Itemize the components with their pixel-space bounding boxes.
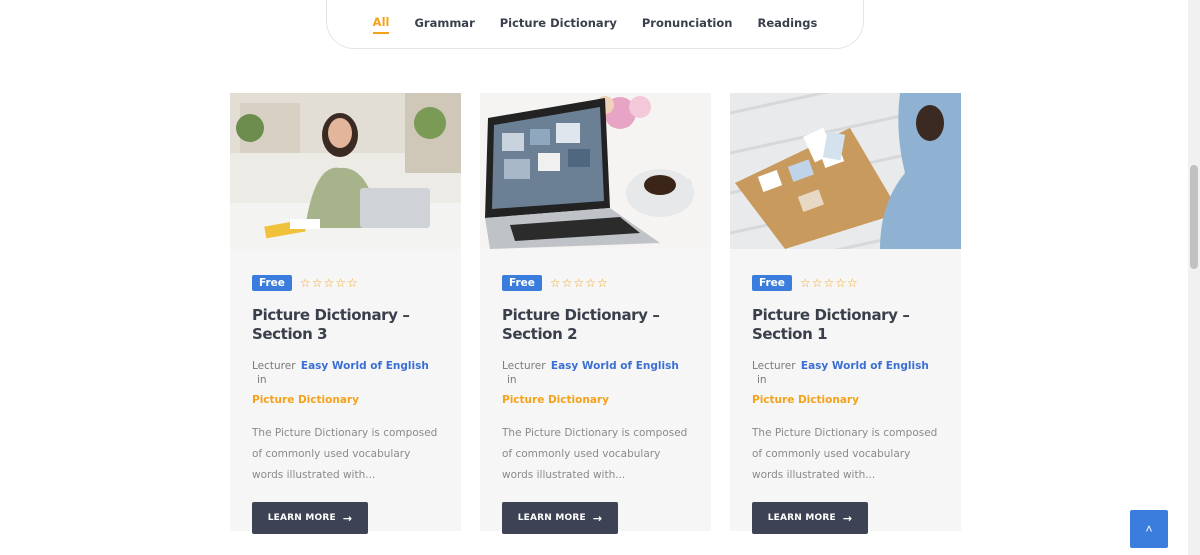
course-title[interactable]: Picture Dictionary – Section 3 [252, 306, 422, 344]
filter-tab-grammar[interactable]: Grammar [414, 16, 474, 33]
star-outline-icon: ☆ [299, 276, 311, 290]
category-link[interactable]: Picture Dictionary [752, 394, 939, 406]
lecturer-line: Lecturer Easy World of English in [502, 359, 689, 387]
filter-tab-picture-dictionary[interactable]: Picture Dictionary [500, 16, 617, 33]
star-outline-icon: ☆ [561, 276, 573, 290]
learn-more-label: LEARN MORE [767, 513, 836, 523]
star-outline-icon: ☆ [573, 276, 585, 290]
learn-more-label: LEARN MORE [267, 513, 336, 523]
learn-more-label: LEARN MORE [517, 513, 586, 523]
star-outline-icon: ☆ [311, 276, 323, 290]
page: All Grammar Picture Dictionary Pronuncia… [0, 0, 1200, 555]
filter-tab-readings[interactable]: Readings [757, 16, 817, 33]
lecturer-line: Lecturer Easy World of English in [252, 359, 439, 387]
lecturer-link[interactable]: Easy World of English [551, 360, 679, 372]
in-label: in [507, 374, 517, 386]
category-link[interactable]: Picture Dictionary [252, 394, 439, 406]
star-outline-icon: ☆ [346, 276, 358, 290]
rating-stars: ☆ ☆ ☆ ☆ ☆ [800, 277, 858, 289]
learn-more-button[interactable]: LEARN MORE → [752, 502, 868, 534]
free-badge: Free [502, 275, 542, 291]
course-image[interactable] [480, 93, 711, 249]
page-scrollbar[interactable] [1188, 0, 1200, 555]
learn-more-button[interactable]: LEARN MORE → [502, 502, 618, 534]
course-card: Free ☆ ☆ ☆ ☆ ☆ Picture Dictionary – Section … [480, 93, 711, 534]
course-image[interactable] [730, 93, 961, 249]
back-to-top-button[interactable]: ˄ [1130, 510, 1168, 548]
in-label: in [257, 374, 267, 386]
course-description: The Picture Dictionary is composed of co… [752, 427, 938, 481]
course-card: Free ☆ ☆ ☆ ☆ ☆ Picture Dictionary – Section … [730, 93, 961, 534]
free-badge: Free [252, 275, 292, 291]
star-outline-icon: ☆ [823, 276, 835, 290]
course-image[interactable] [230, 93, 461, 249]
course-title[interactable]: Picture Dictionary – Section 2 [502, 306, 672, 344]
lecturer-prefix: Lecturer [252, 360, 296, 372]
chevron-up-icon: ˄ [1145, 522, 1153, 536]
rating-stars: ☆ ☆ ☆ ☆ ☆ [550, 277, 608, 289]
star-outline-icon: ☆ [323, 276, 335, 290]
in-label: in [757, 374, 767, 386]
lecturer-line: Lecturer Easy World of English in [752, 359, 939, 387]
course-description: The Picture Dictionary is composed of co… [502, 427, 688, 481]
scrollbar-thumb[interactable] [1190, 165, 1198, 269]
star-outline-icon: ☆ [799, 276, 811, 290]
star-outline-icon: ☆ [596, 276, 608, 290]
course-description: The Picture Dictionary is composed of co… [252, 427, 438, 481]
lecturer-prefix: Lecturer [502, 360, 546, 372]
filter-tab-pronunciation[interactable]: Pronunciation [642, 16, 733, 33]
free-badge: Free [752, 275, 792, 291]
star-outline-icon: ☆ [811, 276, 823, 290]
star-outline-icon: ☆ [846, 276, 858, 290]
lecturer-link[interactable]: Easy World of English [801, 360, 929, 372]
arrow-right-icon: → [842, 511, 853, 525]
course-filter-bar: All Grammar Picture Dictionary Pronuncia… [326, 0, 864, 49]
rating-stars: ☆ ☆ ☆ ☆ ☆ [300, 277, 358, 289]
course-card: Free ☆ ☆ ☆ ☆ ☆ Picture Dictionary – Section … [230, 93, 461, 534]
star-outline-icon: ☆ [585, 276, 596, 290]
arrow-right-icon: → [342, 511, 353, 525]
lecturer-prefix: Lecturer [752, 360, 796, 372]
category-link[interactable]: Picture Dictionary [502, 394, 689, 406]
star-outline-icon: ☆ [549, 276, 561, 290]
lecturer-link[interactable]: Easy World of English [301, 360, 429, 372]
arrow-right-icon: → [592, 511, 603, 525]
filter-tab-all[interactable]: All [372, 15, 390, 34]
course-title[interactable]: Picture Dictionary – Section 1 [752, 306, 922, 344]
star-outline-icon: ☆ [835, 276, 846, 290]
learn-more-button[interactable]: LEARN MORE → [252, 502, 368, 534]
star-outline-icon: ☆ [335, 276, 346, 290]
